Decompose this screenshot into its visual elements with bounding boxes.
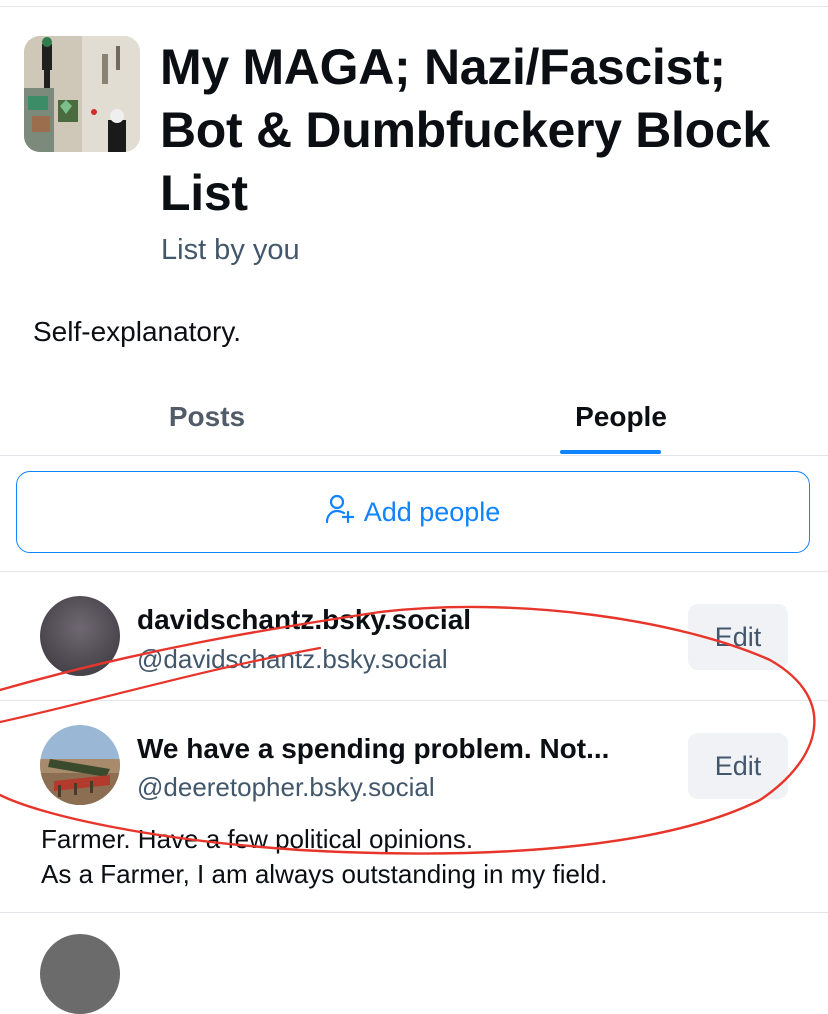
avatar[interactable] xyxy=(40,596,120,676)
tab-bar: Posts People xyxy=(0,378,828,456)
tabs-divider xyxy=(0,455,828,456)
row-divider xyxy=(0,912,828,913)
add-divider xyxy=(0,571,828,572)
bio-line: As a Farmer, I am always outstanding in … xyxy=(41,859,608,889)
avatar[interactable] xyxy=(40,725,120,805)
member-display-name: We have a spending problem. Not... xyxy=(137,733,610,764)
member-handle: @deeretopher.bsky.social xyxy=(137,772,435,802)
edit-button[interactable]: Edit xyxy=(688,733,788,799)
member-display-name: davidschantz.bsky.social xyxy=(137,604,472,635)
edit-button[interactable]: Edit xyxy=(688,604,788,670)
add-people-label: Add people xyxy=(363,496,501,527)
member-handle: @davidschantz.bsky.social xyxy=(137,644,448,674)
list-avatar[interactable] xyxy=(24,36,140,152)
list-description: Self-explanatory. xyxy=(33,316,242,347)
add-person-icon xyxy=(325,494,354,531)
add-people-button[interactable]: Add people xyxy=(16,471,810,553)
top-divider xyxy=(0,6,828,7)
active-tab-indicator xyxy=(560,450,661,454)
row-divider xyxy=(0,700,828,701)
member-bio: Farmer. Have a few political opinions. A… xyxy=(41,822,801,892)
tab-posts[interactable]: Posts xyxy=(0,378,414,456)
bio-line: Farmer. Have a few political opinions. xyxy=(41,824,474,854)
list-byline: List by you xyxy=(161,234,300,266)
tab-people[interactable]: People xyxy=(414,378,828,456)
avatar[interactable] xyxy=(40,934,120,1014)
list-title: My MAGA; Nazi/Fascist; Bot & Dumbfuckery… xyxy=(160,39,770,221)
